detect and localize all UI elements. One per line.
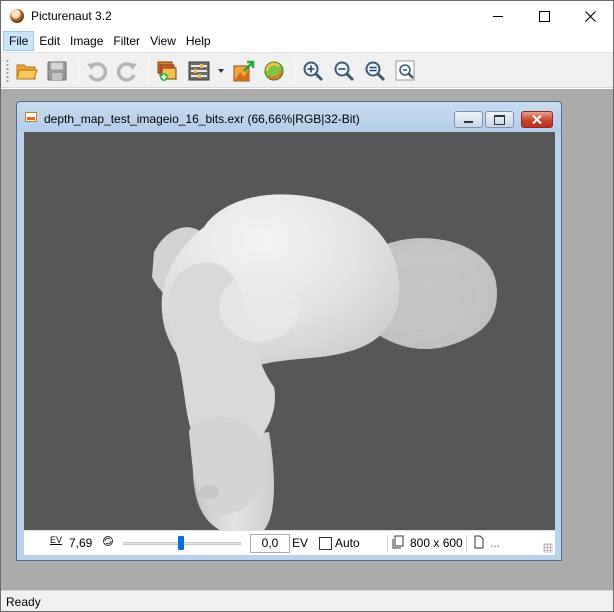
status-bar: Ready [1, 590, 613, 611]
zoom-out-icon [334, 61, 355, 82]
toolbar-separator [148, 58, 149, 84]
open-folder-icon [16, 64, 38, 80]
window-title: Picturenaut 3.2 [31, 9, 112, 23]
document-resize-grip[interactable] [543, 543, 553, 553]
toolbar [1, 52, 613, 88]
title-bar[interactable]: Picturenaut 3.2 [1, 1, 613, 31]
auto-exposure-icon[interactable] [102, 535, 114, 550]
menu-image[interactable]: Image [65, 31, 108, 51]
close-icon [584, 10, 596, 22]
document-title: depth_map_test_imageio_16_bits.exr (66,6… [44, 112, 360, 126]
undo-button[interactable] [84, 58, 110, 84]
zoom-out-button[interactable] [331, 58, 357, 84]
close-button[interactable] [567, 1, 613, 31]
zoom-fit-icon [365, 61, 386, 82]
document-title-bar[interactable]: depth_map_test_imageio_16_bits.exr (66,6… [17, 102, 561, 132]
redo-button[interactable] [114, 58, 140, 84]
undo-icon [87, 62, 108, 82]
exposure-unit-label: EV [292, 536, 309, 550]
ev-readout: 7,69 [69, 536, 93, 550]
maximize-button[interactable] [521, 1, 567, 31]
tone-map-icon [233, 60, 255, 82]
status-separator [466, 535, 467, 552]
auto-checkbox[interactable] [319, 537, 332, 550]
minimize-button[interactable] [475, 1, 521, 31]
zoom-fit-button[interactable] [362, 58, 388, 84]
image-document-icon[interactable] [25, 112, 37, 122]
document-close-button[interactable] [521, 111, 553, 128]
zoom-in-icon [303, 61, 324, 82]
generate-hdr-icon [157, 61, 177, 81]
image-size-icon [392, 535, 404, 552]
batch-process-icon [264, 61, 284, 81]
mdi-workspace: depth_map_test_imageio_16_bits.exr (66,6… [1, 89, 613, 590]
adjust-settings-icon [188, 61, 210, 81]
status-separator [387, 535, 388, 552]
ev-icon: EV [50, 535, 63, 545]
document-maximize-button[interactable] [485, 111, 514, 128]
open-button[interactable] [14, 58, 40, 84]
save-button[interactable] [44, 58, 70, 84]
app-window: Picturenaut 3.2 File Edit Image Filter V… [0, 0, 614, 612]
more-info: ... [490, 536, 501, 550]
zoom-actual-icon [395, 60, 415, 81]
adjust-settings-button[interactable] [186, 58, 212, 84]
zoom-actual-button[interactable] [393, 58, 419, 84]
redo-icon [116, 62, 137, 82]
menu-help[interactable]: Help [181, 31, 216, 51]
toolbar-separator [78, 58, 79, 84]
view-status-bar: EV 7,69 0,0 EV Auto 800 x 600 ... [24, 530, 555, 555]
menu-file[interactable]: File [3, 31, 35, 51]
generate-hdr-button[interactable] [154, 58, 180, 84]
zoom-in-button[interactable] [300, 58, 326, 84]
batch-process-button[interactable] [261, 58, 287, 84]
toolbar-grip[interactable] [6, 59, 9, 83]
auto-checkbox-label: Auto [335, 536, 360, 550]
image-canvas[interactable] [24, 132, 555, 530]
menu-edit[interactable]: Edit [34, 31, 65, 51]
document-minimize-button[interactable] [454, 111, 483, 128]
picturenaut-app-icon[interactable] [10, 9, 24, 23]
status-text: Ready [6, 595, 41, 609]
menu-filter[interactable]: Filter [108, 31, 145, 51]
menu-view[interactable]: View [145, 31, 181, 51]
toolbar-separator [294, 58, 295, 84]
depth-map-image [152, 194, 497, 530]
menu-bar: File Edit Image Filter View Help [1, 31, 613, 52]
document-window: depth_map_test_imageio_16_bits.exr (66,6… [16, 101, 562, 561]
close-icon [532, 115, 542, 124]
save-icon [47, 61, 67, 81]
copy-info-icon[interactable] [473, 535, 485, 552]
exposure-slider-thumb[interactable] [178, 536, 184, 550]
tone-map-button[interactable] [231, 58, 257, 84]
adjust-settings-dropdown-arrow[interactable] [218, 69, 224, 73]
exposure-input[interactable]: 0,0 [250, 534, 290, 553]
image-dimensions: 800 x 600 [410, 536, 463, 550]
